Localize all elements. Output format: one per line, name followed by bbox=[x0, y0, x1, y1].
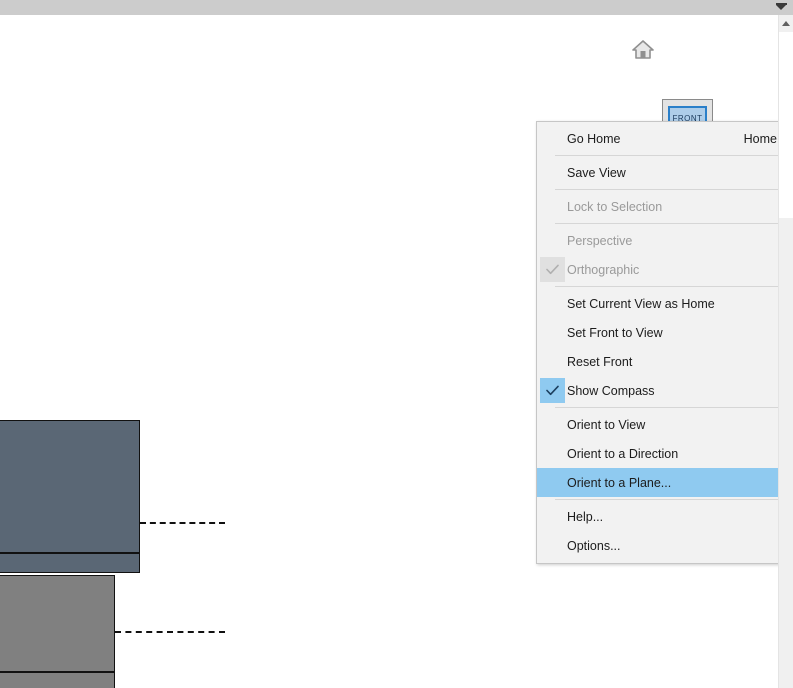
scroll-up-arrow-icon bbox=[782, 21, 790, 26]
menu-item-label: Help... bbox=[567, 509, 604, 524]
menu-item-label: Reset Front bbox=[567, 354, 633, 369]
menu-item-perspective: Perspective bbox=[537, 226, 778, 255]
home-icon[interactable] bbox=[632, 39, 654, 59]
scroll-up-button[interactable] bbox=[779, 15, 793, 32]
menu-item-save-view[interactable]: Save View bbox=[537, 158, 778, 187]
model-viewport[interactable]: FRONT Go Home Home Save View Lock to Select… bbox=[0, 15, 778, 688]
menu-item-orient-to-a-direction[interactable]: Orient to a Direction› bbox=[537, 439, 778, 468]
model-block-b-base bbox=[0, 672, 115, 688]
overflow-bar-decoration bbox=[775, 3, 787, 5]
model-block-a-base bbox=[0, 553, 140, 573]
centerline-b bbox=[115, 631, 225, 633]
chevron-down-icon bbox=[776, 5, 786, 10]
menu-item-go-home[interactable]: Go Home Home bbox=[537, 124, 778, 153]
home-icon-glyph bbox=[632, 40, 654, 59]
menu-item-label: Set Current View as Home bbox=[567, 296, 715, 311]
menu-item-orthographic: Orthographic bbox=[537, 255, 778, 284]
menu-item-set-front-to-view[interactable]: Set Front to View› bbox=[537, 318, 778, 347]
menu-item-help[interactable]: Help... bbox=[537, 502, 778, 531]
check-icon bbox=[540, 378, 565, 403]
centerline-a bbox=[140, 522, 225, 524]
check-icon bbox=[540, 257, 565, 282]
menu-item-show-compass[interactable]: Show Compass bbox=[537, 376, 778, 405]
menu-item-options[interactable]: Options... bbox=[537, 531, 778, 560]
menu-separator bbox=[555, 407, 778, 408]
menu-item-reset-front[interactable]: Reset Front bbox=[537, 347, 778, 376]
scrollbar-thumb[interactable] bbox=[779, 32, 793, 218]
menu-item-label: Options... bbox=[567, 538, 621, 553]
menu-item-lock-to-selection: Lock to Selection bbox=[537, 192, 778, 221]
menu-item-label: Orthographic bbox=[567, 262, 640, 277]
menu-item-label: Orient to a Plane... bbox=[567, 475, 672, 490]
menu-item-label: Orient to View bbox=[567, 417, 646, 432]
menu-separator bbox=[555, 155, 778, 156]
viewcube-context-menu[interactable]: Go Home Home Save View Lock to Selection Per… bbox=[536, 121, 778, 564]
menu-separator bbox=[555, 189, 778, 190]
menu-item-shortcut: Home bbox=[743, 131, 777, 146]
toolbar-overflow-button[interactable] bbox=[772, 0, 790, 15]
menu-separator bbox=[555, 223, 778, 224]
model-block-b-body bbox=[0, 575, 115, 672]
menu-item-label: Set Front to View bbox=[567, 325, 663, 340]
menu-item-label: Orient to a Direction bbox=[567, 446, 679, 461]
top-toolbar bbox=[0, 0, 793, 15]
menu-separator bbox=[555, 286, 778, 287]
menu-item-label: Go Home bbox=[567, 131, 621, 146]
menu-item-label: Lock to Selection bbox=[567, 199, 663, 214]
menu-item-label: Save View bbox=[567, 165, 626, 180]
menu-item-label: Show Compass bbox=[567, 383, 655, 398]
menu-item-orient-to-view[interactable]: Orient to View› bbox=[537, 410, 778, 439]
menu-separator bbox=[555, 499, 778, 500]
menu-item-set-current-view-as-home[interactable]: Set Current View as Home bbox=[537, 289, 778, 318]
vertical-scrollbar[interactable] bbox=[778, 15, 793, 688]
menu-item-label: Perspective bbox=[567, 233, 633, 248]
model-block-a-body bbox=[0, 420, 140, 553]
menu-item-orient-to-a-plane[interactable]: Orient to a Plane... bbox=[537, 468, 778, 497]
